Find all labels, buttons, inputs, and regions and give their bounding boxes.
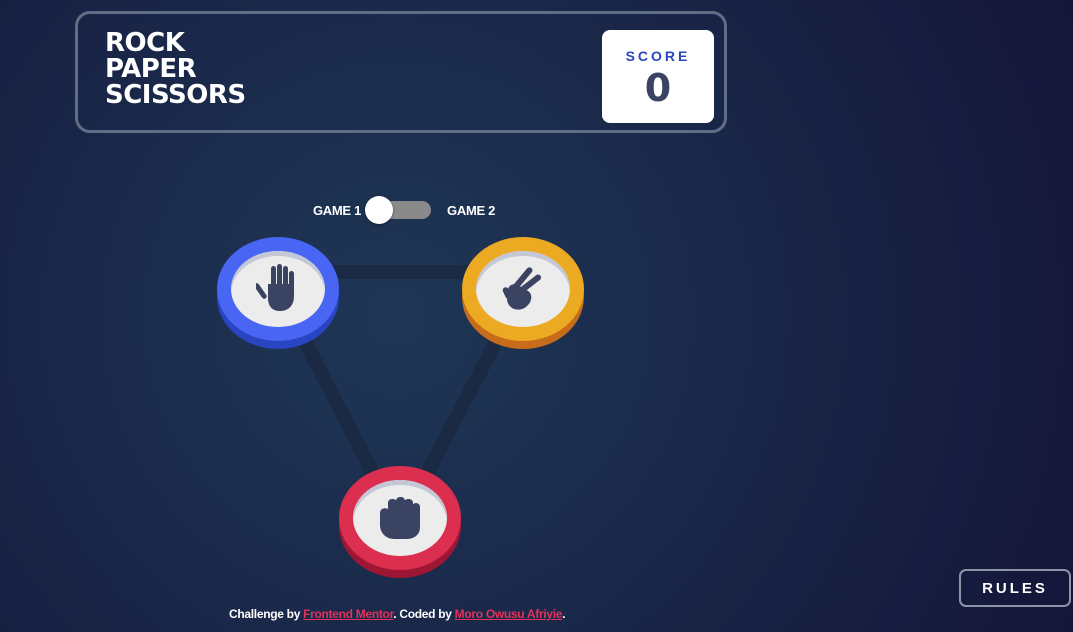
paper-button[interactable] bbox=[217, 237, 339, 341]
attribution: Challenge by Frontend Mentor. Coded by M… bbox=[229, 607, 566, 621]
attribution-middle: . Coded by bbox=[393, 607, 455, 621]
paper-face[interactable] bbox=[231, 251, 325, 327]
scissors-button[interactable] bbox=[462, 237, 584, 341]
paper-hand-icon bbox=[256, 264, 294, 311]
attribution-suffix: . bbox=[562, 607, 566, 621]
author-link[interactable]: Moro Owusu Afriyie bbox=[455, 607, 563, 621]
scissors-hand-icon bbox=[502, 267, 542, 310]
rock-fist-icon bbox=[380, 497, 420, 539]
frontend-mentor-link[interactable]: Frontend Mentor bbox=[303, 607, 393, 621]
attribution-prefix: Challenge by bbox=[229, 607, 304, 621]
rock-button[interactable] bbox=[339, 466, 461, 570]
scissors-face[interactable] bbox=[476, 251, 570, 327]
rules-button[interactable]: RULES bbox=[959, 569, 1071, 607]
rock-face[interactable] bbox=[353, 480, 447, 556]
